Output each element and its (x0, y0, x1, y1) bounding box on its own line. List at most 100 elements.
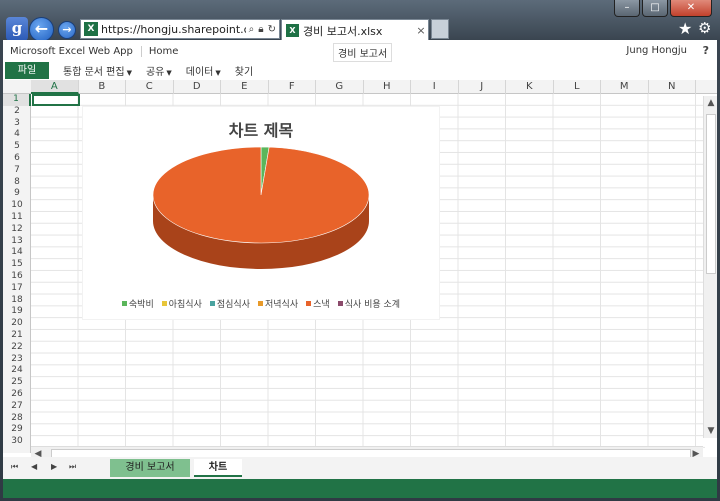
row-header-8[interactable]: 8 (3, 177, 31, 189)
row-header-11[interactable]: 11 (3, 212, 31, 224)
file-menu-button[interactable]: 파일 (5, 62, 49, 79)
column-header-c[interactable]: C (126, 80, 174, 94)
row-header-9[interactable]: 9 (3, 188, 31, 200)
document-title[interactable]: 경비 보고서 (333, 43, 393, 62)
prev-sheet-icon[interactable]: ◀ (31, 462, 37, 471)
column-header-f[interactable]: F (269, 80, 316, 94)
next-sheet-icon[interactable]: ▶ (51, 462, 57, 471)
sheet-tab-chart[interactable]: 차트 (194, 459, 242, 477)
row-header-18[interactable]: 18 (3, 295, 31, 307)
vertical-scroll-thumb[interactable] (706, 114, 716, 274)
column-header-b[interactable]: B (79, 80, 126, 94)
browser-navbar: g ← → X https://hongju.sharepoint.com/ ⌕… (0, 17, 720, 42)
row-header-30[interactable]: 30 (3, 436, 31, 448)
star-icon[interactable]: ★ (678, 19, 692, 38)
row-header-27[interactable]: 27 (3, 401, 31, 413)
legend-item-1: 아침식사 (161, 297, 202, 310)
legend-item-2: 점심식사 (209, 297, 250, 310)
row-header-2[interactable]: 2 (3, 106, 31, 118)
back-arrow-icon[interactable]: ← (29, 17, 54, 42)
menu-find[interactable]: 찾기 (235, 63, 253, 78)
new-tab-button[interactable] (431, 19, 449, 39)
legend-item-5: 식사 비용 소계 (337, 297, 400, 310)
row-header-21[interactable]: 21 (3, 330, 31, 342)
row-header-12[interactable]: 12 (3, 224, 31, 236)
chart-title[interactable]: 차트 제목 (83, 117, 439, 141)
sheet-tab-expense-report[interactable]: 경비 보고서 (110, 459, 190, 477)
row-header-29[interactable]: 29 (3, 424, 31, 436)
row-header-14[interactable]: 14 (3, 247, 31, 259)
row-header-10[interactable]: 10 (3, 200, 31, 212)
scroll-up-icon[interactable]: ▲ (704, 96, 718, 110)
column-header-l[interactable]: L (554, 80, 601, 94)
row-header-13[interactable]: 13 (3, 236, 31, 248)
column-header-j[interactable]: J (459, 80, 506, 94)
row-header-17[interactable]: 17 (3, 283, 31, 295)
row-header-4[interactable]: 4 (3, 129, 31, 141)
maximize-button[interactable]: □ (642, 0, 668, 17)
pie-slice-4 (152, 146, 370, 244)
tab-close-icon[interactable]: × (414, 24, 428, 37)
menu-edit-workbook[interactable]: 통합 문서 편집 ▼ (63, 63, 132, 78)
row-header-25[interactable]: 25 (3, 377, 31, 389)
lock-icon[interactable]: 🔒︎ (258, 24, 263, 35)
menu-data[interactable]: 데이터 ▼ (186, 63, 221, 78)
chart-legend: 숙박비 아침식사 점심식사 저녁식사 스낵 식사 비용 소계 (83, 297, 439, 310)
menu-share[interactable]: 공유 ▼ (146, 63, 172, 78)
row-header-19[interactable]: 19 (3, 306, 31, 318)
row-header-5[interactable]: 5 (3, 141, 31, 153)
column-header-g[interactable]: G (316, 80, 364, 94)
forward-arrow-icon[interactable]: → (58, 21, 76, 39)
chevron-down-icon: ▼ (215, 69, 221, 77)
ribbon-menu: 파일 통합 문서 편집 ▼ 공유 ▼ 데이터 ▼ 찾기 (3, 62, 717, 79)
column-header-m[interactable]: M (601, 80, 649, 94)
last-sheet-icon[interactable]: ⏭ (69, 462, 76, 472)
row-header-22[interactable]: 22 (3, 342, 31, 354)
browser-window: – □ ✕ g ← → X https://hongju.sharepoint.… (0, 0, 720, 501)
close-window-button[interactable]: ✕ (670, 0, 712, 17)
address-bar[interactable]: X https://hongju.sharepoint.com/ ⌕ 🔒︎ ↻ (80, 19, 280, 39)
row-header-26[interactable]: 26 (3, 389, 31, 401)
row-header-6[interactable]: 6 (3, 153, 31, 165)
sheet-tab-bar: ⏮ ◀ ▶ ⏭ 경비 보고서 차트 (3, 457, 717, 479)
help-button[interactable]: ? (703, 44, 709, 57)
scroll-down-icon[interactable]: ▼ (704, 424, 718, 438)
row-header-20[interactable]: 20 (3, 318, 31, 330)
column-header-k[interactable]: K (506, 80, 554, 94)
row-header-7[interactable]: 7 (3, 165, 31, 177)
column-header-n[interactable]: N (649, 80, 696, 94)
column-header-h[interactable]: H (364, 80, 411, 94)
legend-swatch-4 (306, 301, 312, 306)
browser-tab[interactable]: X 경비 보고서.xlsx × (281, 19, 429, 41)
pie-chart[interactable]: 차트 제목 숙박비 아침식사 점심식사 저녁식사 스낵 식사 비용 소계 (83, 107, 439, 319)
column-header-i[interactable]: I (411, 80, 459, 94)
active-cell-a1[interactable] (32, 94, 80, 106)
gear-icon[interactable]: ⚙ (698, 19, 711, 37)
menu-find-label: 찾기 (234, 67, 254, 78)
row-header-28[interactable]: 28 (3, 413, 31, 425)
google-logo-icon[interactable]: g (6, 17, 28, 41)
minimize-button[interactable]: – (614, 0, 640, 17)
row-header-24[interactable]: 24 (3, 365, 31, 377)
search-icon[interactable]: ⌕ (249, 24, 255, 35)
vertical-scrollbar[interactable]: ▲ ▼ (703, 96, 717, 438)
column-header-d[interactable]: D (174, 80, 221, 94)
address-url[interactable]: https://hongju.sharepoint.com/ (101, 23, 246, 36)
legend-swatch-2 (209, 301, 215, 306)
tab-title: 경비 보고서.xlsx (303, 24, 383, 38)
user-name[interactable]: Jung Hongju (626, 45, 687, 56)
row-header-15[interactable]: 15 (3, 259, 31, 271)
excel-tab-icon: X (286, 24, 299, 37)
app-brand: Microsoft Excel Web App (10, 45, 133, 57)
first-sheet-icon[interactable]: ⏮ (11, 462, 18, 472)
row-headers: 1 2 3 4 5 6 7 8 9 10 11 12 13 14 15 16 17 18 19 20 21 22 23 24 2… (3, 94, 31, 453)
row-header-16[interactable]: 16 (3, 271, 31, 283)
column-header-a[interactable]: A (31, 80, 79, 94)
row-header-3[interactable]: 3 (3, 118, 31, 130)
legend-item-0: 숙박비 (121, 297, 154, 310)
row-header-23[interactable]: 23 (3, 354, 31, 366)
column-header-e[interactable]: E (221, 80, 269, 94)
refresh-icon[interactable]: ↻ (268, 24, 276, 35)
row-header-1[interactable]: 1 (3, 94, 31, 106)
home-link[interactable]: Home (140, 45, 178, 57)
